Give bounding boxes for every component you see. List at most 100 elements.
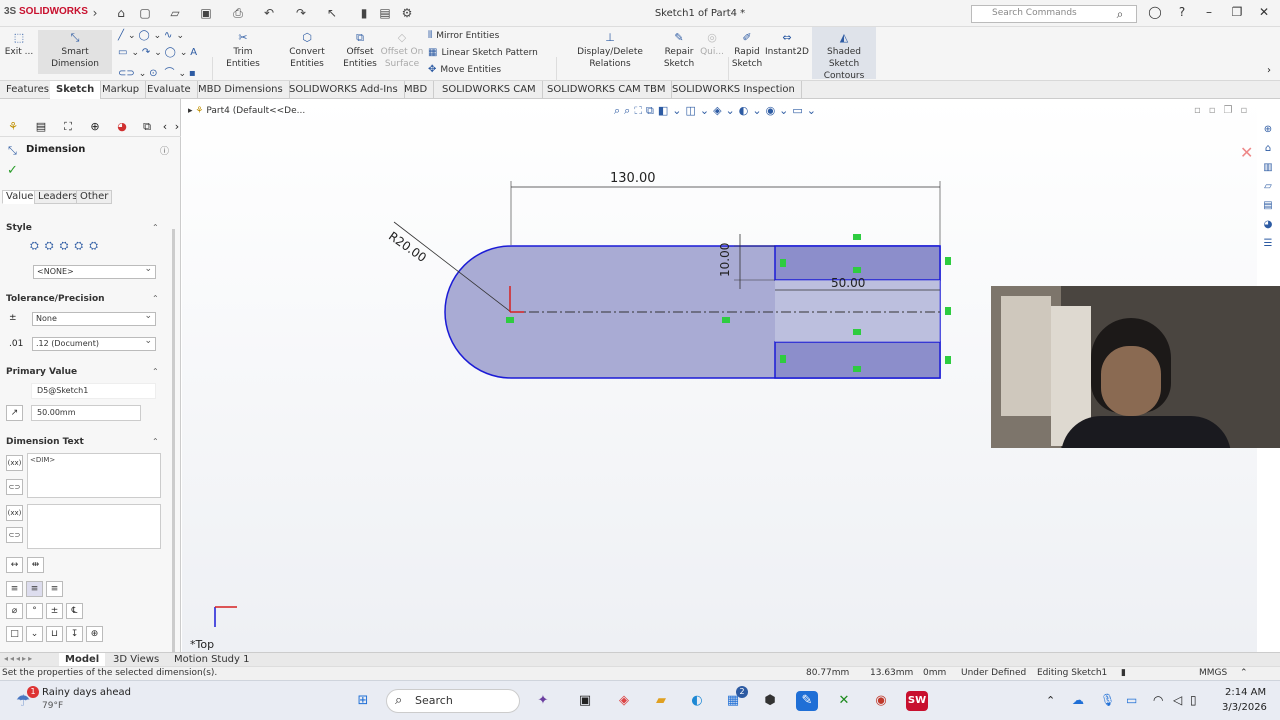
resources-icon[interactable]: ⊕	[1259, 121, 1277, 139]
repair-sketch-button[interactable]: ✎ Repair Sketch	[662, 30, 696, 70]
square-icon[interactable]: □	[6, 626, 23, 642]
dim-slot-width-label[interactable]: 10.00	[718, 243, 732, 277]
chevron-up-icon[interactable]: ⌃	[1046, 694, 1055, 707]
chevron-right-icon[interactable]: ›	[1267, 65, 1271, 76]
precision-dropdown[interactable]: .12 (Document)	[32, 336, 156, 351]
clock-date[interactable]: 3/3/2026	[1222, 702, 1267, 713]
align-right-icon[interactable]: ≡	[46, 581, 63, 597]
style-dropdown[interactable]: <NONE>	[33, 264, 156, 279]
tab-markup[interactable]: Markup	[96, 81, 147, 99]
tab-mbd-dimensions[interactable]: MBD Dimensions	[192, 81, 290, 99]
dropdown-icon[interactable]: ⌄	[26, 626, 43, 642]
diameter-icon[interactable]: ⌀	[6, 603, 23, 619]
counterbore-icon[interactable]: ⊔	[46, 626, 63, 642]
collapse-icon[interactable]: ⌃	[152, 437, 159, 446]
restore-icon[interactable]: ❐	[1228, 5, 1246, 21]
recorder-icon[interactable]: ◉	[870, 691, 892, 711]
tab-model[interactable]: Model	[59, 653, 106, 667]
solidworks-taskbar-icon[interactable]: SW	[906, 691, 928, 711]
tab-3d-views[interactable]: 3D Views	[107, 653, 165, 667]
dimxpert-icon[interactable]: ⊕	[86, 120, 104, 136]
user-icon[interactable]: ◯	[1146, 5, 1164, 21]
speaker-icon[interactable]: ◁	[1173, 693, 1182, 707]
justify-icon[interactable]: ⇹	[27, 557, 44, 573]
collapse-icon[interactable]: ⌃	[152, 294, 159, 303]
copilot-app-icon[interactable]: ◈	[613, 691, 635, 711]
instant2d-button[interactable]: ⇔ Instant2D	[765, 30, 809, 58]
home-icon[interactable]: ⌂	[114, 6, 128, 20]
tab-evaluate[interactable]: Evaluate	[141, 81, 198, 99]
options-gear-icon[interactable]: ⚙	[400, 6, 414, 20]
chevron-right-icon[interactable]: ›	[88, 6, 102, 20]
print-icon[interactable]: ⎙	[231, 6, 245, 20]
save-icon[interactable]: ▣	[199, 6, 213, 20]
dimension-text-below[interactable]	[27, 504, 161, 549]
feature-tree-icon[interactable]: ⚘	[4, 120, 22, 136]
task-view-icon[interactable]: ▣	[574, 691, 596, 711]
centerline-icon[interactable]: ℄	[66, 603, 83, 619]
add-parentheses-icon-2[interactable]: (xx)	[6, 505, 23, 521]
properties-icon[interactable]: ☰	[1259, 235, 1277, 253]
custom-properties-icon[interactable]: ▤	[1259, 197, 1277, 215]
dimension-text-header[interactable]: Dimension Text	[6, 437, 84, 447]
collapse-icon[interactable]: ⌃	[152, 367, 159, 376]
linear-pattern-button[interactable]: ▦ Linear Sketch Pattern	[428, 47, 538, 58]
pen-app-icon[interactable]: ✎	[796, 691, 818, 711]
home-icon[interactable]: ⌂	[1259, 140, 1277, 158]
edge-browser-icon[interactable]: ◐	[686, 691, 708, 711]
weather-title[interactable]: Rainy days ahead	[42, 687, 131, 698]
degree-icon[interactable]: °	[26, 603, 43, 619]
tab-features[interactable]: Features	[0, 81, 56, 99]
inspection-dimension-icon-2[interactable]: ⊂⊃	[6, 527, 23, 543]
tab-cam[interactable]: SOLIDWORKS CAM	[436, 81, 543, 99]
depth-icon[interactable]: ↧	[66, 626, 83, 642]
taskbar-search[interactable]: Search	[386, 689, 520, 713]
3d-app-icon[interactable]: ⬢	[759, 691, 781, 711]
windows-start-icon[interactable]: ⊞	[352, 691, 374, 711]
configuration-icon[interactable]: ⛶	[59, 120, 77, 136]
quick-snaps-button[interactable]: ◎ Qui...	[698, 30, 726, 58]
tab-mbd[interactable]: MBD	[398, 81, 435, 99]
xbox-icon[interactable]: ✕	[833, 691, 855, 711]
offset-entities-button[interactable]: ⧉ Offset Entities	[342, 30, 378, 70]
tab-sketch[interactable]: Sketch	[50, 81, 102, 99]
tab-navigation-icons[interactable]: ◂◂◂▸▸	[4, 654, 34, 663]
align-center-icon[interactable]: ≡	[26, 581, 43, 597]
style-buttons[interactable]: ⛭⛭⛭⛭⛭	[30, 239, 104, 253]
file-explorer-icon[interactable]: ▱	[1259, 178, 1277, 196]
file-explorer-icon[interactable]: ▰	[650, 691, 672, 711]
ok-checkmark-icon[interactable]: ✓	[7, 163, 18, 178]
tab-cam-tbm[interactable]: SOLIDWORKS CAM TBM	[541, 81, 673, 99]
collapse-icon[interactable]: ⌃	[152, 223, 159, 232]
new-file-icon[interactable]: ▢	[138, 6, 152, 20]
slot-tool[interactable]: ⊂⊃ ⌄ ⊙ ⌒ ⌄ ▪	[118, 64, 200, 79]
dim-slot-length-label[interactable]: 50.00	[831, 276, 865, 290]
dimension-text-above[interactable]: <DIM>	[27, 453, 161, 498]
display-icon[interactable]: ▭	[1126, 693, 1137, 707]
app-logo[interactable]: 3S SOLIDWORKS	[4, 6, 88, 17]
select-icon[interactable]: ↖	[325, 6, 339, 20]
unit-system[interactable]: MMGS	[1199, 668, 1227, 678]
inspection-dimension-icon[interactable]: ⊂⊃	[6, 479, 23, 495]
battery-icon[interactable]: ▯	[1190, 693, 1197, 707]
primary-value-name[interactable]: D5@Sketch1	[31, 383, 156, 399]
microphone-icon[interactable]: 🎙	[1100, 693, 1115, 707]
tolerance-dropdown[interactable]: None	[32, 311, 156, 326]
smart-dimension-button[interactable]: ⤡ Smart Dimension	[38, 30, 112, 74]
cam-tree-icon[interactable]: ⧉	[138, 120, 156, 136]
appearances-icon[interactable]: ◕	[1259, 216, 1277, 234]
convert-entities-button[interactable]: ⬡ Convert Entities	[272, 30, 342, 70]
redo-icon[interactable]: ↷	[294, 6, 308, 20]
primary-value-header[interactable]: Primary Value	[6, 367, 77, 377]
reverse-direction-icon[interactable]: ↗	[6, 405, 23, 421]
subtab-value[interactable]: Value	[2, 190, 38, 204]
file-properties-icon[interactable]: ▤	[378, 6, 392, 20]
tab-addins[interactable]: SOLIDWORKS Add-Ins	[283, 81, 405, 99]
rebuild-icon[interactable]: ▮	[357, 6, 371, 20]
search-icon[interactable]: ⌕	[1113, 7, 1127, 21]
property-manager-icon[interactable]: ▤	[32, 120, 50, 136]
help-icon[interactable]: ⓘ	[160, 144, 169, 157]
minimize-icon[interactable]: –	[1200, 5, 1218, 21]
undo-icon[interactable]: ↶	[262, 6, 276, 20]
close-icon[interactable]: ✕	[1255, 5, 1273, 21]
